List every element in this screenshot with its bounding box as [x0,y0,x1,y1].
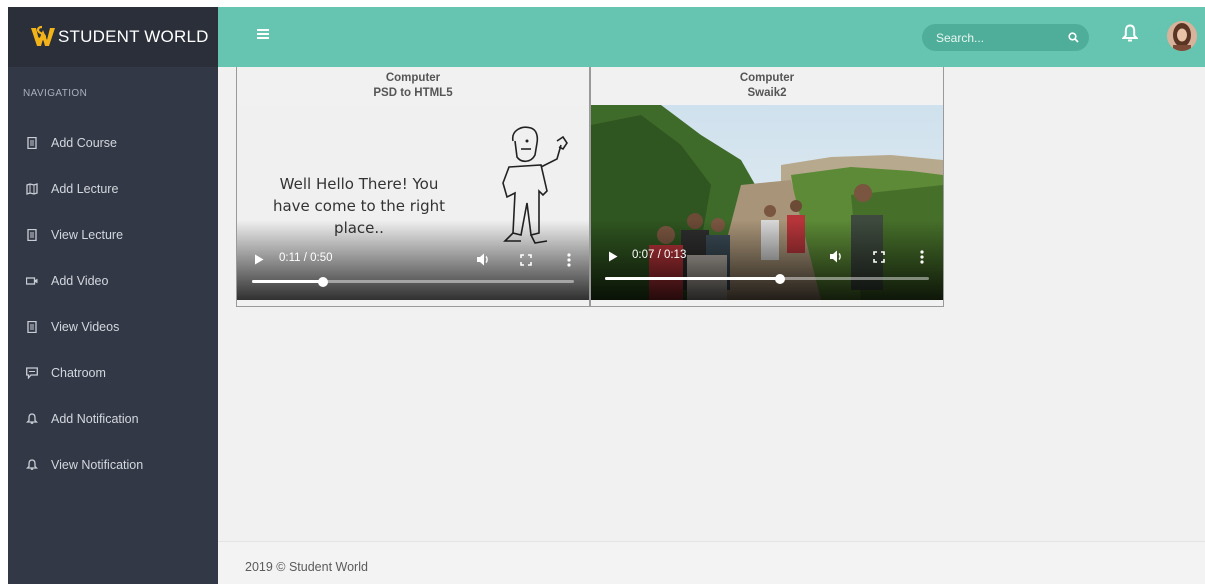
more-options-icon[interactable] [920,250,924,264]
bell-icon [26,459,38,470]
more-options-icon[interactable] [567,253,571,267]
video-title: Swaik2 [747,87,787,99]
sidebar-item-label: Chatroom [51,366,106,380]
sidebar-item-chatroom[interactable]: Chatroom [8,350,218,396]
app-frame: STUDENT WORLD NAVIGATION Add Course Add … [8,7,1205,584]
sidebar-item-label: Add Lecture [51,182,119,196]
search-icon[interactable] [1068,32,1079,43]
video-card: Computer Swaik2 0:07 / 0:13 [590,67,944,307]
footer: 2019 © Student World [218,541,1205,584]
fullscreen-icon[interactable] [520,254,532,266]
nav-heading: NAVIGATION [23,88,88,99]
menu-toggle-icon[interactable] [257,29,269,39]
top-header [218,7,1205,67]
user-photo-icon [1167,21,1197,51]
sidebar-item-label: Add Notification [51,412,139,426]
document-icon [27,137,37,149]
video-progress-fill [605,277,780,280]
sidebar-item-view-notification[interactable]: View Notification [8,442,218,488]
bell-icon [26,413,38,424]
video-category: Computer [739,72,795,84]
sidebar: STUDENT WORLD NAVIGATION Add Course Add … [8,7,218,584]
video-card: Computer PSD to HTML5 Well Hello There! … [236,67,590,307]
video-progress-track[interactable] [252,280,574,283]
notification-bell-icon[interactable] [1122,24,1138,44]
sidebar-item-label: View Lecture [51,228,124,242]
sidebar-item-add-lecture[interactable]: Add Lecture [8,166,218,212]
avatar[interactable] [1167,21,1197,51]
search-input[interactable] [936,24,1056,51]
volume-icon[interactable] [829,250,844,263]
map-icon [26,183,38,195]
video-progress-track[interactable] [605,277,929,280]
sidebar-item-add-video[interactable]: Add Video [8,258,218,304]
video-title: PSD to HTML5 [373,87,453,99]
video-progress-thumb[interactable] [317,277,328,287]
video-player[interactable]: 0:07 / 0:13 [591,105,943,300]
sidebar-item-add-course[interactable]: Add Course [8,120,218,166]
footer-copyright: 2019 © Student World [245,560,368,574]
fullscreen-icon[interactable] [873,251,885,263]
volume-icon[interactable] [476,253,491,266]
sidebar-item-view-videos[interactable]: View Videos [8,304,218,350]
video-time: 0:07 / 0:13 [632,249,687,261]
video-category: Computer [385,72,441,84]
sidebar-item-label: View Notification [51,458,144,472]
search-box [922,24,1089,51]
document-icon [27,321,37,333]
sidebar-item-label: View Videos [51,320,120,334]
sidebar-item-label: Add Video [51,274,109,288]
video-progress-thumb[interactable] [774,274,785,284]
student-world-logo-icon [31,25,55,46]
sidebar-item-view-lecture[interactable]: View Lecture [8,212,218,258]
video-progress-fill [252,280,323,283]
document-icon [27,229,37,241]
video-icon [26,277,38,285]
video-player[interactable]: Well Hello There! You have come to the r… [237,105,589,300]
video-time: 0:11 / 0:50 [279,252,333,264]
sidebar-item-add-notification[interactable]: Add Notification [8,396,218,442]
brand-name: STUDENT WORLD [58,27,209,46]
brand[interactable]: STUDENT WORLD [8,7,218,67]
play-icon[interactable] [254,254,264,265]
sidebar-item-label: Add Course [51,136,118,150]
chat-icon [26,367,38,379]
play-icon[interactable] [608,251,618,262]
